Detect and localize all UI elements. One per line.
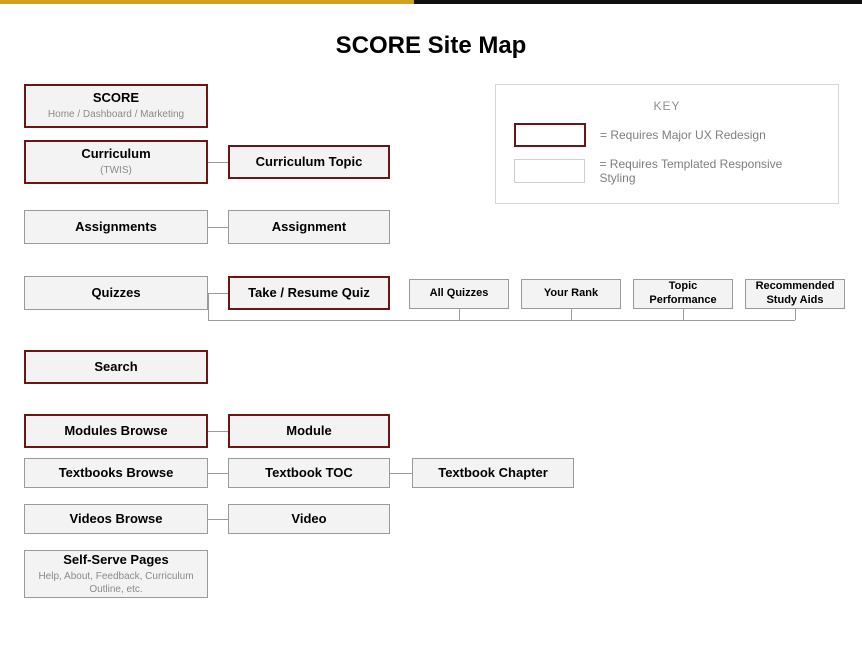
conn-quizzes-take	[208, 293, 228, 294]
diagram-canvas: KEY = Requires Major UX Redesign = Requi…	[0, 78, 862, 656]
node-score: SCORE Home / Dashboard / Marketing	[24, 84, 208, 128]
node-module: Module	[228, 414, 390, 448]
node-videos-browse-label: Videos Browse	[70, 511, 163, 527]
conn-quizzes-drop-main	[208, 293, 209, 320]
node-curriculum: Curriculum (TWIS)	[24, 140, 208, 184]
node-assignment: Assignment	[228, 210, 390, 244]
conn-quizzes-drop-all	[459, 309, 460, 320]
node-recommended-study-aids-label: Recommended Study Aids	[752, 280, 838, 308]
node-curriculum-label: Curriculum	[81, 146, 150, 162]
node-self-serve: Self-Serve Pages Help, About, Feedback, …	[24, 550, 208, 598]
node-videos-browse: Videos Browse	[24, 504, 208, 534]
node-your-rank: Your Rank	[521, 279, 621, 309]
node-take-resume-quiz-label: Take / Resume Quiz	[248, 285, 370, 301]
node-assignments-label: Assignments	[75, 219, 157, 235]
conn-quizzes-drop-rank	[571, 309, 572, 320]
node-search-label: Search	[94, 359, 137, 375]
legend-row-red: = Requires Major UX Redesign	[514, 123, 820, 147]
conn-modules	[208, 431, 228, 432]
top-strip	[0, 0, 862, 4]
node-curriculum-sub: (TWIS)	[100, 165, 132, 178]
node-score-sub: Home / Dashboard / Marketing	[48, 109, 184, 122]
conn-assignments	[208, 227, 228, 228]
node-quizzes-label: Quizzes	[91, 285, 140, 301]
node-textbook-toc: Textbook TOC	[228, 458, 390, 488]
conn-videos	[208, 519, 228, 520]
node-textbooks-browse-label: Textbooks Browse	[59, 465, 174, 481]
node-textbooks-browse: Textbooks Browse	[24, 458, 208, 488]
node-all-quizzes-label: All Quizzes	[430, 287, 489, 301]
node-recommended-study-aids: Recommended Study Aids	[745, 279, 845, 309]
node-topic-performance: Topic Performance	[633, 279, 733, 309]
node-self-serve-label: Self-Serve Pages	[63, 552, 169, 568]
legend-title: KEY	[514, 99, 820, 113]
conn-quizzes-drop-topic	[683, 309, 684, 320]
node-module-label: Module	[286, 423, 332, 439]
conn-quizzes-drop-rec	[795, 309, 796, 320]
node-video: Video	[228, 504, 390, 534]
page-title: SCORE Site Map	[0, 32, 862, 60]
legend-desc-red: = Requires Major UX Redesign	[600, 128, 766, 142]
legend-swatch-grey	[514, 159, 585, 183]
node-modules-browse: Modules Browse	[24, 414, 208, 448]
node-video-label: Video	[291, 511, 326, 527]
node-topic-performance-label: Topic Performance	[640, 280, 726, 308]
legend-box: KEY = Requires Major UX Redesign = Requi…	[495, 84, 839, 204]
legend-swatch-red	[514, 123, 586, 147]
node-score-label: SCORE	[93, 90, 139, 106]
node-textbook-toc-label: Textbook TOC	[265, 465, 353, 481]
conn-curriculum	[208, 162, 228, 163]
node-quizzes: Quizzes	[24, 276, 208, 310]
legend-desc-grey: = Requires Templated Responsive Styling	[599, 157, 820, 185]
node-assignment-label: Assignment	[272, 219, 346, 235]
node-modules-browse-label: Modules Browse	[64, 423, 167, 439]
conn-quizzes-bus	[208, 320, 795, 321]
node-all-quizzes: All Quizzes	[409, 279, 509, 309]
node-textbook-chapter: Textbook Chapter	[412, 458, 574, 488]
node-your-rank-label: Your Rank	[544, 287, 598, 301]
node-textbook-chapter-label: Textbook Chapter	[438, 465, 548, 481]
node-curriculum-topic: Curriculum Topic	[228, 145, 390, 179]
node-curriculum-topic-label: Curriculum Topic	[256, 154, 363, 170]
conn-textbooks-2	[390, 473, 412, 474]
node-self-serve-sub: Help, About, Feedback, Curriculum Outlin…	[31, 571, 201, 596]
node-take-resume-quiz: Take / Resume Quiz	[228, 276, 390, 310]
node-assignments: Assignments	[24, 210, 208, 244]
legend-row-grey: = Requires Templated Responsive Styling	[514, 157, 820, 185]
conn-textbooks-1	[208, 473, 228, 474]
node-search: Search	[24, 350, 208, 384]
